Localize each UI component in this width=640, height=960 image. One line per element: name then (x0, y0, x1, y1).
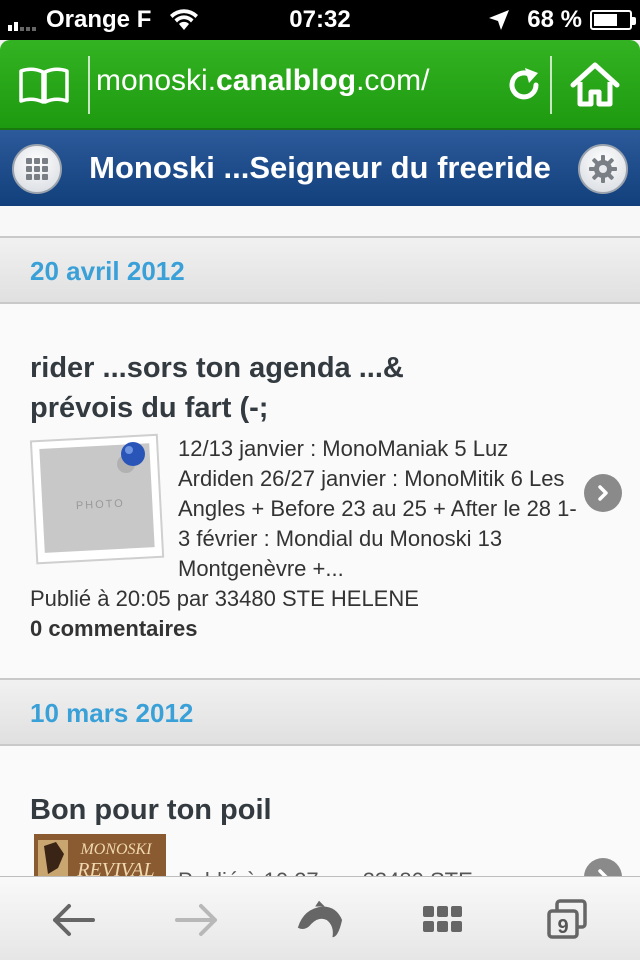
url-bar-divider-2 (550, 56, 552, 114)
url-bar: monoski.canalblog.com/ (0, 40, 640, 130)
browser-toolbar: 9 (0, 876, 640, 960)
svg-text:9: 9 (557, 916, 568, 938)
tabs-button[interactable]: 9 (542, 897, 592, 943)
post-date-2: 10 mars 2012 (30, 698, 194, 728)
back-button[interactable] (48, 897, 98, 943)
battery-percent: 68 % (527, 6, 582, 33)
url-bar-divider (88, 56, 90, 114)
post-thumbnail[interactable]: PHOTO (28, 430, 168, 566)
url-prefix: monoski. (96, 64, 217, 97)
blog-title: Monoski ...Seigneur du freeride (89, 150, 551, 185)
settings-button[interactable] (578, 144, 628, 194)
post-comments-link[interactable]: 0 commentaires (30, 616, 198, 642)
dolphin-button[interactable] (294, 897, 344, 943)
apps-grid-icon (423, 906, 462, 932)
post-title-2[interactable]: Bon pour ton poil (30, 790, 272, 830)
post-title-line-2: prévois du fart (-; (30, 392, 269, 424)
status-right: 68 % (487, 6, 636, 34)
apps-button[interactable] (418, 897, 468, 943)
battery-level (594, 14, 618, 26)
blog-header: Monoski ...Seigneur du freeride (0, 130, 640, 206)
dolphin-icon (297, 900, 343, 938)
post-date: 20 avril 2012 (30, 256, 185, 286)
status-bar: Orange F 07:32 68 % (0, 0, 640, 40)
post-item[interactable]: rider ...sors ton agenda ...& prévois du… (0, 304, 640, 680)
thumbnail-text-1: MONOSKI (79, 841, 152, 858)
chevron-right-icon (598, 485, 608, 501)
post-title[interactable]: rider ...sors ton agenda ...& prévois du… (30, 348, 404, 428)
location-arrow-icon (489, 10, 510, 30)
post-open-button[interactable] (584, 474, 622, 512)
header-spacer (0, 206, 640, 238)
forward-button[interactable] (172, 897, 222, 943)
home-icon[interactable] (570, 62, 620, 108)
gear-icon (589, 155, 617, 183)
bookmarks-icon[interactable] (18, 66, 70, 106)
battery-icon (590, 10, 636, 30)
back-arrow-icon (53, 904, 95, 936)
url-suffix: .com/ (356, 64, 430, 97)
post-date-bar: 20 avril 2012 (0, 238, 640, 304)
address-field[interactable]: monoski.canalblog.com/ (96, 64, 429, 98)
post-meta: Publié à 20:05 par 33480 STE HELENE (30, 586, 419, 611)
post-title-line-1: rider ...sors ton agenda ...& (30, 352, 404, 384)
post-excerpt: 12/13 janvier : MonoManiak 5 Luz Ardiden… (178, 436, 577, 581)
thumbnail-label: PHOTO (76, 498, 125, 513)
forward-arrow-icon (175, 904, 217, 936)
url-domain: canalblog (216, 64, 357, 97)
post-date-bar-2: 10 mars 2012 (0, 680, 640, 746)
tabs-icon: 9 (547, 899, 587, 939)
reload-icon[interactable] (505, 66, 543, 104)
